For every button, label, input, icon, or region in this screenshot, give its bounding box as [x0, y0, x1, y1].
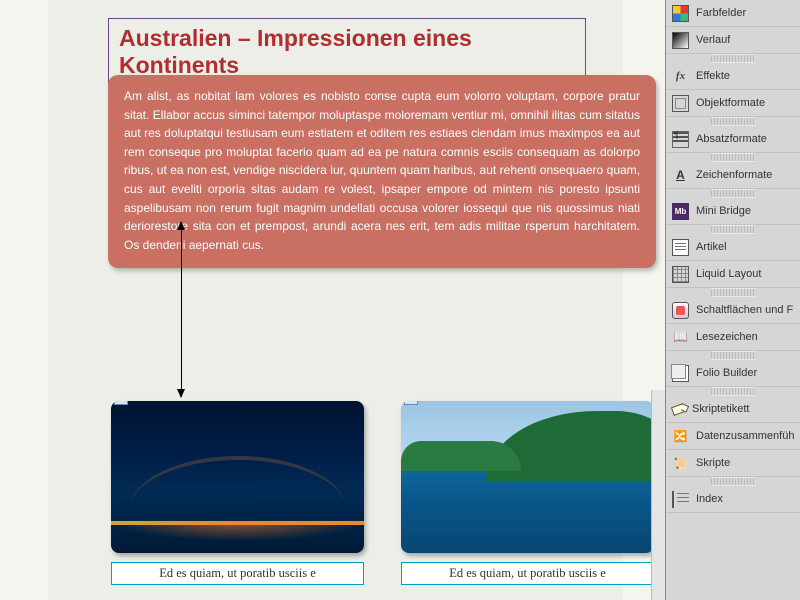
panel-grip[interactable] — [711, 225, 755, 234]
spacing-indicator-arrow — [181, 222, 182, 397]
panel-schaltflaechen[interactable]: Schaltflächen und F — [666, 297, 800, 324]
panel-grip[interactable] — [711, 351, 755, 360]
document-canvas: Australien – Impressionen eines Kontinen… — [0, 0, 665, 600]
buttons-forms-icon — [672, 302, 689, 319]
article-icon — [672, 239, 689, 256]
page[interactable]: Australien – Impressionen eines Kontinen… — [48, 0, 623, 600]
panel-label: Skripte — [696, 457, 730, 469]
panel-label: Absatzformate — [696, 133, 767, 145]
panel-label: Verlauf — [696, 34, 730, 46]
panel-grip[interactable] — [711, 117, 755, 126]
panel-label: Datenzusammenfüh — [696, 430, 794, 442]
caption-frame-1[interactable]: Ed es quiam, ut poratib usciis e — [111, 562, 364, 585]
mini-bridge-icon: Mb — [672, 203, 689, 220]
panel-label: Index — [696, 493, 723, 505]
panel-label: Zeichenformate — [696, 169, 772, 181]
panel-dock: Farbfelder Verlauf fx Effekte Objektform… — [665, 0, 800, 600]
caption-text: Ed es quiam, ut poratib usciis e — [449, 566, 606, 580]
panel-lesezeichen[interactable]: Lesezeichen — [666, 324, 800, 351]
index-icon — [672, 491, 689, 508]
panel-skriptetikett[interactable]: Skriptetikett — [666, 396, 800, 423]
panel-label: Effekte — [696, 70, 730, 82]
panel-mini-bridge[interactable]: Mb Mini Bridge — [666, 198, 800, 225]
panel-label: Schaltflächen und F — [696, 304, 793, 316]
panel-datenzusammenfuehrung[interactable]: Datenzusammenfüh — [666, 423, 800, 450]
image-placeholder-bridge — [111, 401, 364, 553]
paragraph-styles-icon — [672, 131, 689, 148]
caption-frame-2[interactable]: Ed es quiam, ut poratib usciis e — [401, 562, 654, 585]
body-text: Am alist, as nobitat lam volores es nobi… — [124, 89, 640, 252]
data-merge-icon — [672, 428, 689, 445]
image-frame-2[interactable] — [401, 401, 654, 553]
panel-liquid-layout[interactable]: Liquid Layout — [666, 261, 800, 288]
object-styles-icon — [672, 95, 689, 112]
caption-text: Ed es quiam, ut poratib usciis e — [159, 566, 316, 580]
panel-effekte[interactable]: fx Effekte — [666, 63, 800, 90]
panel-index[interactable]: Index — [666, 486, 800, 513]
liquid-layout-icon — [672, 266, 689, 283]
image-placeholder-island — [401, 401, 654, 553]
panel-objektformate[interactable]: Objektformate — [666, 90, 800, 117]
anchor-icon — [404, 401, 418, 405]
panel-label: Mini Bridge — [696, 205, 751, 217]
panel-grip[interactable] — [711, 189, 755, 198]
page-title: Australien – Impressionen eines Kontinen… — [119, 25, 575, 79]
swatches-icon — [672, 5, 689, 22]
panel-farbfelder[interactable]: Farbfelder — [666, 0, 800, 27]
anchor-icon — [114, 401, 128, 405]
panel-label: Liquid Layout — [696, 268, 761, 280]
effects-icon: fx — [672, 68, 689, 85]
script-label-icon — [671, 403, 686, 416]
scripts-icon — [672, 455, 689, 472]
panel-grip[interactable] — [711, 288, 755, 297]
panel-label: Folio Builder — [696, 367, 757, 379]
folio-builder-icon — [672, 365, 689, 382]
panel-grip[interactable] — [711, 387, 755, 396]
panel-grip[interactable] — [711, 54, 755, 63]
character-styles-icon: A — [672, 167, 689, 184]
panel-grip[interactable] — [711, 153, 755, 162]
vertical-scrollbar[interactable] — [651, 390, 665, 600]
panel-verlauf[interactable]: Verlauf — [666, 27, 800, 54]
image-frame-1[interactable] — [111, 401, 364, 553]
panel-zeichenformate[interactable]: A Zeichenformate — [666, 162, 800, 189]
panel-label: Lesezeichen — [696, 331, 758, 343]
panel-label: Objektformate — [696, 97, 765, 109]
gradient-icon — [672, 32, 689, 49]
panel-label: Skriptetikett — [692, 403, 749, 415]
panel-skripte[interactable]: Skripte — [666, 450, 800, 477]
panel-folio-builder[interactable]: Folio Builder — [666, 360, 800, 387]
bookmarks-icon — [672, 329, 689, 346]
panel-label: Farbfelder — [696, 7, 746, 19]
panel-grip[interactable] — [711, 477, 755, 486]
panel-artikel[interactable]: Artikel — [666, 234, 800, 261]
panel-absatzformate[interactable]: Absatzformate — [666, 126, 800, 153]
panel-label: Artikel — [696, 241, 727, 253]
body-text-frame[interactable]: Am alist, as nobitat lam volores es nobi… — [108, 75, 656, 268]
